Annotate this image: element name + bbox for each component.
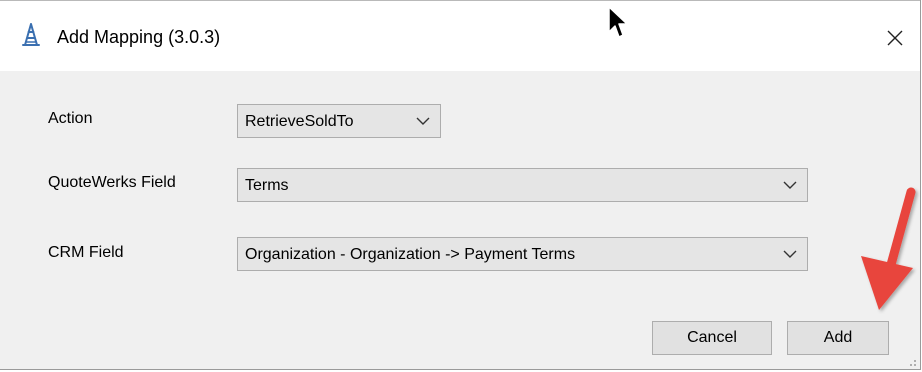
chevron-down-icon [783, 250, 797, 258]
close-button[interactable] [880, 23, 910, 53]
red-arrow-icon [861, 187, 916, 310]
action-dropdown-value: RetrieveSoldTo [245, 113, 354, 130]
add-button[interactable]: Add [787, 321, 889, 355]
crm-field-value: Organization - Organization -> Payment T… [245, 246, 576, 263]
dialog-title: Add Mapping (3.0.3) [57, 27, 221, 47]
title-bar: Add Mapping (3.0.3) [0, 0, 920, 71]
resize-grip-icon[interactable] [905, 355, 917, 367]
quotewerks-field-dropdown[interactable]: Terms [237, 168, 808, 202]
action-dropdown[interactable]: RetrieveSoldTo [237, 104, 441, 138]
chevron-down-icon [783, 181, 797, 189]
quotewerks-field-value: Terms [245, 177, 289, 194]
add-mapping-dialog: Add Mapping (3.0.3) Action RetrieveSoldT… [0, 0, 921, 370]
mouse-cursor-icon [608, 6, 628, 38]
chevron-down-icon [416, 117, 430, 125]
app-icon [22, 23, 40, 46]
action-label: Action [48, 110, 93, 127]
crm-field-label: CRM Field [48, 244, 124, 261]
close-icon [887, 30, 903, 46]
cancel-button[interactable]: Cancel [652, 321, 772, 355]
quotewerks-field-label: QuoteWerks Field [48, 174, 176, 191]
crm-field-dropdown[interactable]: Organization - Organization -> Payment T… [237, 237, 808, 271]
